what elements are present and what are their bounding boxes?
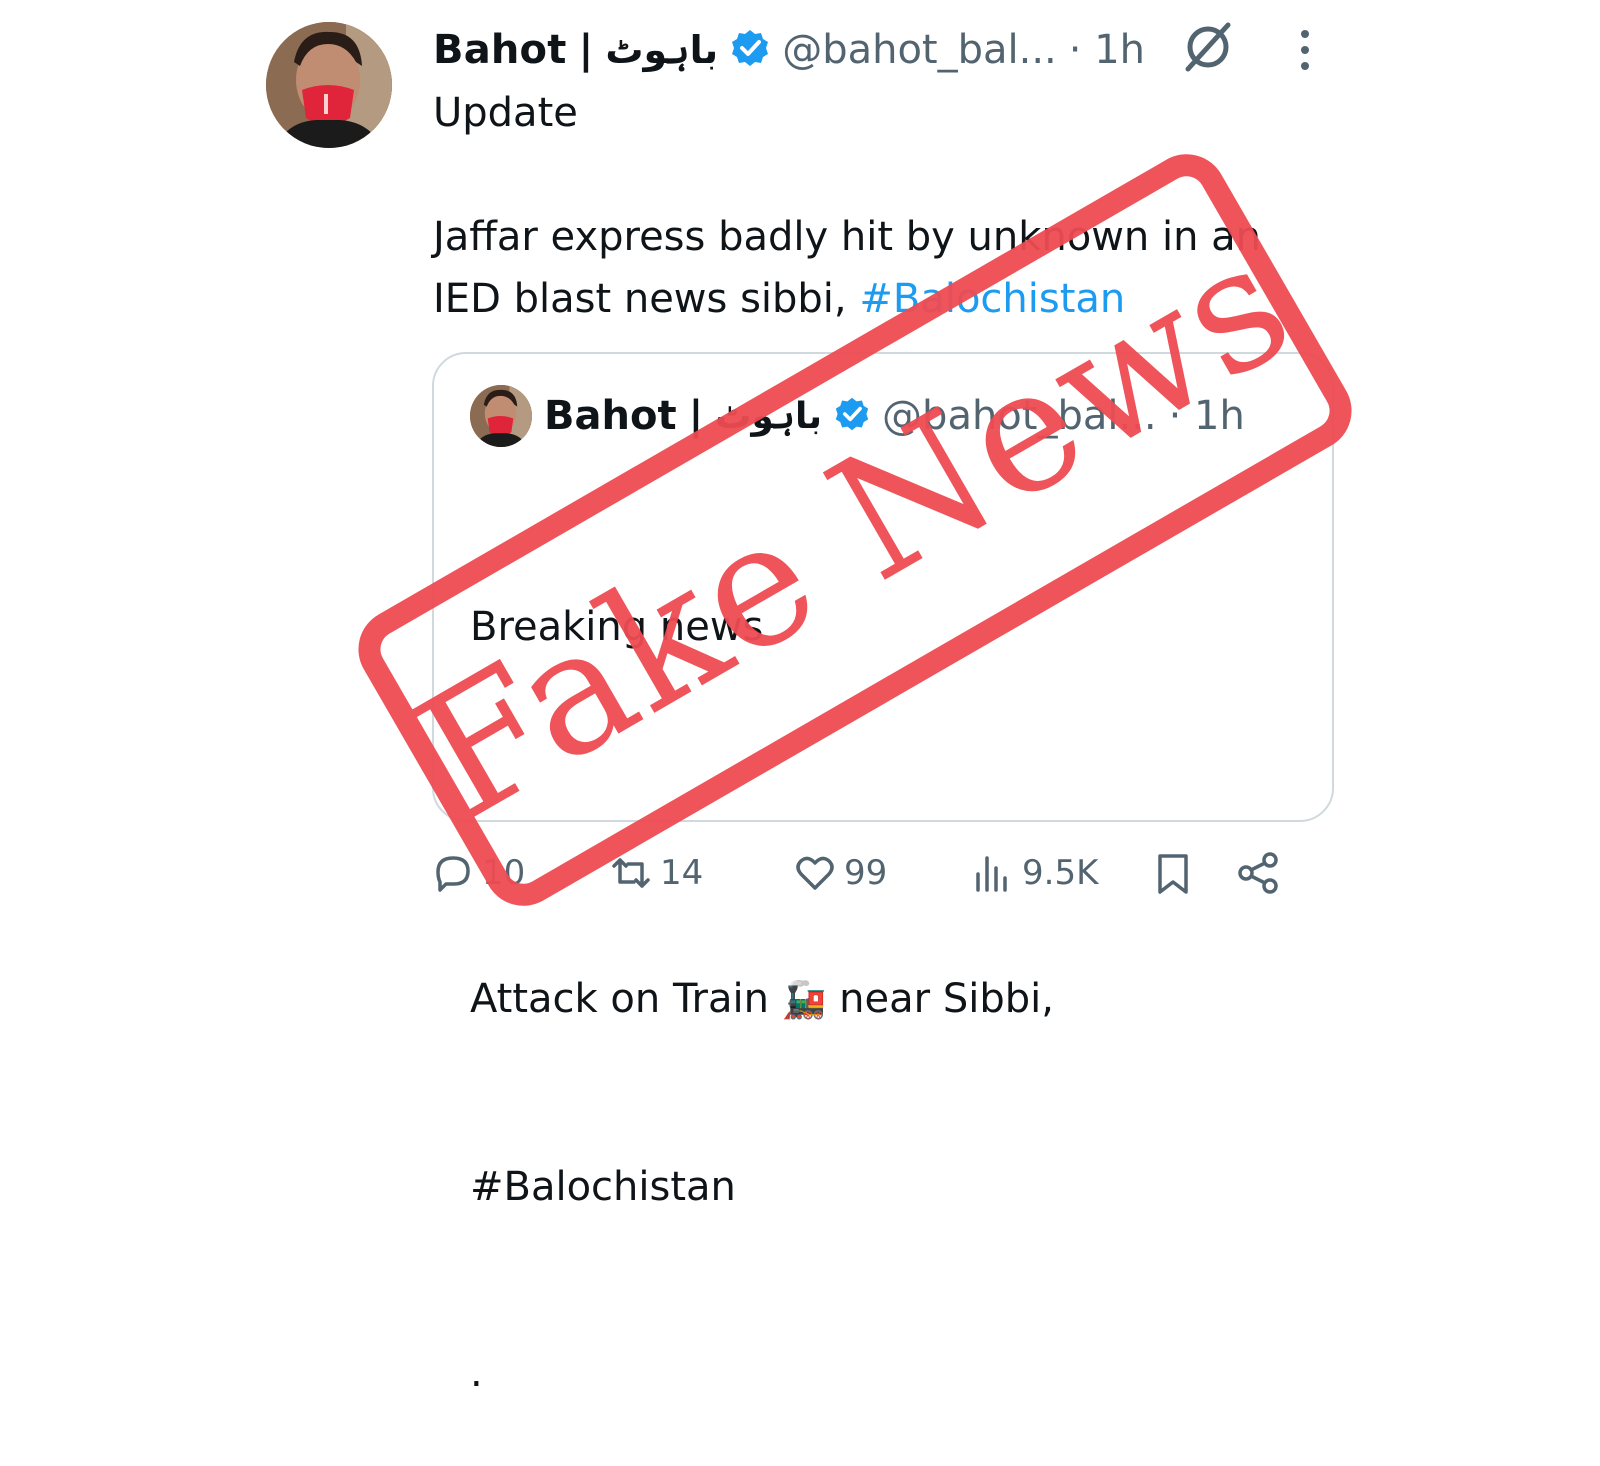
tweet-time[interactable]: · 1h	[1069, 27, 1145, 73]
like-icon	[796, 856, 834, 890]
quoted-line-3: #Balochistan	[470, 1164, 736, 1210]
train-emoji-icon: 🚂	[781, 980, 827, 1021]
like-count: 99	[844, 853, 888, 893]
quoted-line-2-prefix: Attack on Train	[470, 976, 782, 1022]
tweet-line-1: Update	[433, 90, 578, 136]
author-avatar[interactable]	[266, 22, 392, 148]
grok-icon[interactable]	[1178, 17, 1238, 77]
quoted-author-avatar	[470, 385, 532, 447]
tweet-header: Bahot | باہوٹ @bahot_bal... · 1h	[433, 20, 1145, 80]
author-name[interactable]: Bahot	[433, 27, 567, 73]
views-icon	[976, 856, 1007, 892]
author-handle[interactable]: @bahot_bal...	[782, 27, 1057, 73]
bookmark-button[interactable]	[1150, 848, 1196, 898]
reply-icon	[436, 856, 470, 892]
author-name-urdu[interactable]: باہوٹ	[605, 28, 718, 72]
views-count: 9.5K	[1022, 853, 1099, 893]
verified-badge-icon	[730, 28, 770, 72]
name-separator: |	[578, 27, 594, 73]
share-icon	[1238, 852, 1278, 894]
views-button[interactable]: 9.5K	[970, 848, 1098, 898]
like-button[interactable]: 99	[792, 848, 887, 898]
bookmark-icon	[1158, 854, 1188, 894]
quoted-line-4: .	[470, 1350, 483, 1396]
repost-button[interactable]: 14	[608, 848, 703, 898]
share-button[interactable]	[1236, 848, 1282, 898]
quoted-line-2: Attack on Train 🚂 near Sibbi,	[470, 968, 1270, 1032]
quoted-line-2-suffix: near Sibbi,	[826, 976, 1054, 1022]
more-icon[interactable]	[1298, 26, 1312, 74]
quoted-author-name: Bahot	[544, 393, 677, 439]
tweet-line-4-text: IED blast news sibbi,	[433, 276, 860, 322]
repost-count: 14	[660, 853, 704, 893]
